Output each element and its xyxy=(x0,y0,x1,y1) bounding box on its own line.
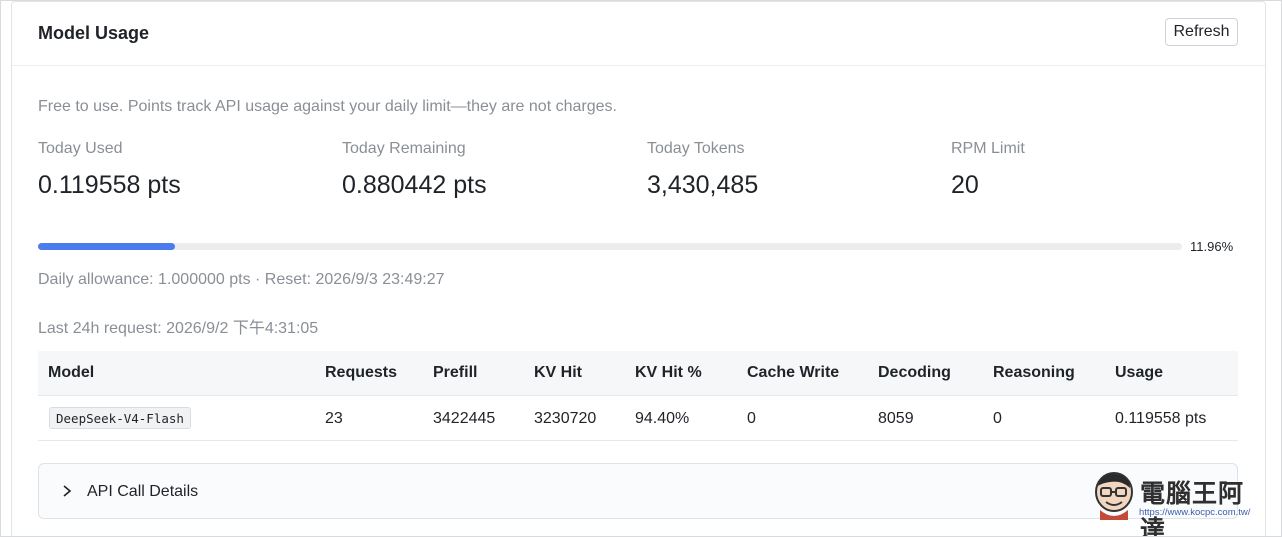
column-header: Cache Write xyxy=(747,364,840,381)
stat-today-remaining: Today Remaining 0.880442 pts xyxy=(342,140,487,200)
watermark-text: 電腦王阿達 xyxy=(1140,480,1245,537)
column-header: Usage xyxy=(1115,364,1164,381)
cell-prefill: 3422445 xyxy=(433,410,496,427)
usage-progress-fill xyxy=(38,243,175,250)
page-title: Model Usage xyxy=(38,23,150,43)
cell-usage: 0.119558 pts xyxy=(1115,410,1207,427)
card-header: Model Usage Refresh xyxy=(12,2,1265,66)
column-header: KV Hit % xyxy=(635,364,702,381)
model-usage-card: Model Usage Refresh Free to use. Points … xyxy=(11,1,1266,537)
stat-value: 0.880442 pts xyxy=(342,171,487,199)
watermark-logo: 電腦王阿達 https://www.kocpc.com.tw/ xyxy=(1092,470,1267,537)
cell-decoding: 8059 xyxy=(878,410,914,427)
cell-cache-write: 0 xyxy=(747,410,756,427)
stat-value: 0.119558 pts xyxy=(38,171,181,199)
refresh-button[interactable]: Refresh xyxy=(1165,18,1238,46)
cell-kv-hit-pct: 94.40% xyxy=(635,410,690,427)
column-header: Reasoning xyxy=(993,364,1075,381)
stat-value: 3,430,485 xyxy=(647,171,759,199)
mascot-icon xyxy=(1095,472,1133,520)
stat-label: RPM Limit xyxy=(951,140,1025,157)
column-header: Prefill xyxy=(433,364,478,381)
api-call-details-toggle[interactable]: API Call Details xyxy=(38,463,1238,519)
cell-requests: 23 xyxy=(325,410,343,427)
stat-today-used: Today Used 0.119558 pts xyxy=(38,140,181,200)
stat-rpm-limit: RPM Limit 20 xyxy=(951,140,1025,200)
cell-reasoning: 0 xyxy=(993,410,1002,427)
column-header: Model xyxy=(48,364,95,381)
column-header: Decoding xyxy=(878,364,951,381)
api-call-details-label: API Call Details xyxy=(87,483,199,500)
table-header-row: Model Requests Prefill KV Hit KV Hit % C… xyxy=(38,351,1238,396)
usage-progress-percent: 11.96% xyxy=(1190,239,1234,254)
stat-value: 20 xyxy=(951,171,979,199)
stat-today-tokens: Today Tokens 3,430,485 xyxy=(647,140,758,200)
daily-allowance-text: Daily allowance: 1.000000 pts · Reset: 2… xyxy=(38,271,445,288)
column-header: KV Hit xyxy=(534,364,582,381)
usage-progress-bar xyxy=(38,243,1182,250)
stat-label: Today Remaining xyxy=(342,140,466,157)
last-request-text: Last 24h request: 2026/9/2 下午4:31:05 xyxy=(38,320,319,337)
chevron-right-icon xyxy=(63,485,72,497)
cell-kv-hit: 3230720 xyxy=(534,410,597,427)
stat-label: Today Tokens xyxy=(647,140,745,157)
model-name-chip: DeepSeek-V4-Flash xyxy=(49,407,191,429)
column-header: Requests xyxy=(325,364,398,381)
stat-label: Today Used xyxy=(38,140,123,157)
usage-note: Free to use. Points track API usage agai… xyxy=(38,98,617,115)
watermark-url: https://www.kocpc.com.tw/ xyxy=(1139,507,1251,518)
